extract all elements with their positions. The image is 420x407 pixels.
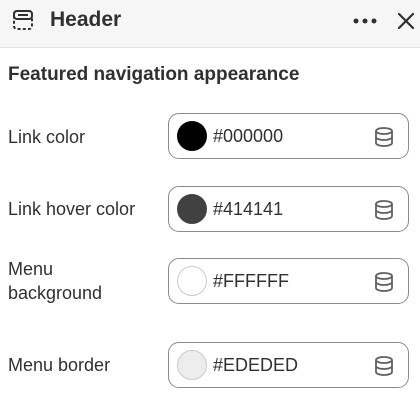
panel-header: Header [0,0,420,48]
close-button[interactable] [392,7,420,35]
link-hover-color-value[interactable]: #414141 [213,198,283,220]
database-icon[interactable] [373,271,395,293]
menu-background-value[interactable]: #FFFFFF [213,270,289,292]
link-hover-color-swatch[interactable] [177,194,207,224]
panel-title: Header [50,8,122,31]
menu-border-label: Menu border [8,355,111,375]
more-options-button[interactable] [350,8,380,34]
database-icon[interactable] [373,126,395,148]
menu-border-field[interactable]: #EDEDED [168,342,409,388]
close-icon [397,12,415,30]
link-color-field[interactable]: #000000 [168,113,409,159]
menu-background-swatch[interactable] [177,266,207,296]
database-icon[interactable] [373,199,395,221]
link-color-swatch[interactable] [177,121,207,151]
menu-border-value[interactable]: #EDEDED [213,354,298,376]
menu-background-label: Menu background [8,259,103,303]
menu-border-swatch[interactable] [177,350,207,380]
link-color-label: Link color [8,127,86,147]
menu-background-field[interactable]: #FFFFFF [168,258,409,304]
link-hover-color-field[interactable]: #414141 [168,186,409,232]
link-hover-color-label: Link hover color [8,199,136,219]
database-icon[interactable] [373,355,395,377]
link-color-value[interactable]: #000000 [213,125,283,147]
more-horizontal-icon [353,18,359,24]
section-title: Featured navigation appearance [8,64,300,85]
layout-section-icon [13,10,33,30]
